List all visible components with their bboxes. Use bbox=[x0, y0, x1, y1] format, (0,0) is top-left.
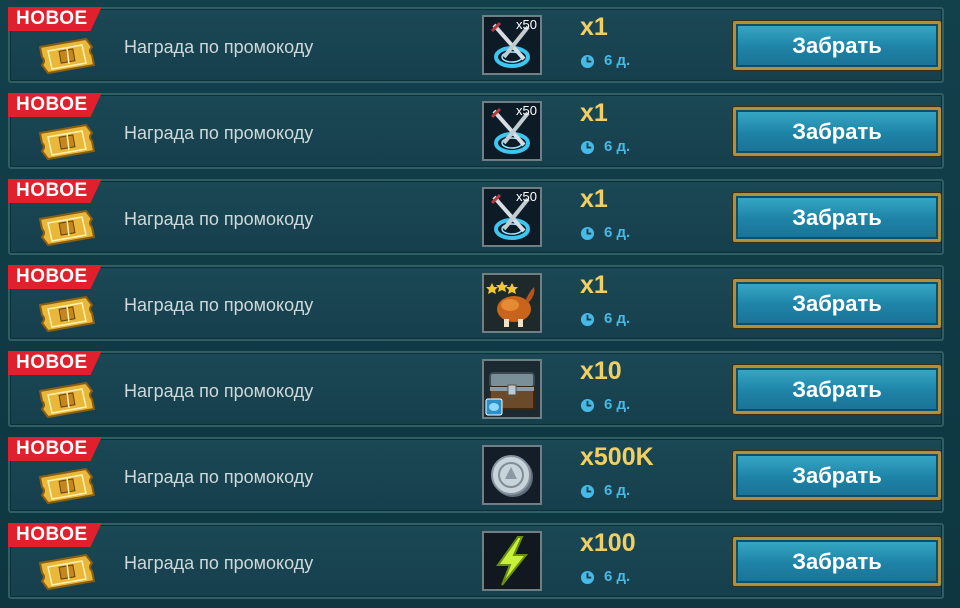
gold-ticket-icon bbox=[38, 295, 96, 333]
reward-quantity: x10 bbox=[580, 357, 622, 385]
icon-quantity: x50 bbox=[516, 17, 537, 32]
reward-row: НОВОЕ Награда по промокоду x1 6 д. Забра… bbox=[8, 265, 944, 341]
silver-coin-icon bbox=[484, 447, 540, 503]
claim-button[interactable]: Забрать bbox=[733, 193, 941, 242]
reward-label: Награда по промокоду bbox=[124, 209, 314, 229]
reward-label: Награда по промокоду bbox=[124, 553, 314, 573]
claim-button[interactable]: Забрать bbox=[733, 537, 941, 586]
reward-row: НОВОЕ Награда по промокоду x50 x1 6 д. З… bbox=[8, 93, 944, 169]
gold-ticket-icon bbox=[38, 467, 96, 505]
expiry-timer: 6 д. bbox=[580, 481, 630, 501]
reward-item-slot: x50 bbox=[482, 15, 542, 75]
treasure-chest-icon bbox=[484, 361, 540, 417]
reward-list: НОВОЕ Награда по промокоду x50 x1 6 д. З… bbox=[0, 0, 960, 608]
new-badge: НОВОЕ bbox=[8, 7, 102, 31]
new-badge: НОВОЕ bbox=[8, 437, 102, 461]
claim-button[interactable]: Забрать bbox=[733, 365, 941, 414]
new-badge: НОВОЕ bbox=[8, 523, 102, 547]
new-badge: НОВОЕ bbox=[8, 93, 102, 117]
reward-label: Награда по промокоду bbox=[124, 381, 314, 401]
timer-text: 6 д. bbox=[604, 224, 631, 241]
timer-text: 6 д. bbox=[604, 52, 631, 69]
claim-button[interactable]: Забрать bbox=[733, 21, 941, 70]
timer-text: 6 д. bbox=[604, 396, 631, 413]
reward-quantity: x100 bbox=[580, 529, 636, 557]
gold-ticket-icon bbox=[38, 553, 96, 591]
reward-row: НОВОЕ Награда по промокоду x500K 6 д. За… bbox=[8, 437, 944, 513]
reward-row: НОВОЕ Награда по промокоду x100 6 д. Заб… bbox=[8, 523, 944, 599]
clock-icon bbox=[580, 312, 595, 326]
reward-label: Награда по промокоду bbox=[124, 37, 314, 57]
gold-ticket-icon bbox=[38, 209, 96, 247]
reward-item-slot: x50 bbox=[482, 101, 542, 161]
gold-ticket-icon bbox=[38, 37, 96, 75]
reward-row: НОВОЕ Награда по промокоду x10 6 д. Забр… bbox=[8, 351, 944, 427]
expiry-timer: 6 д. bbox=[580, 395, 630, 415]
expiry-timer: 6 д. bbox=[580, 51, 630, 71]
reward-quantity: x1 bbox=[580, 185, 608, 213]
clock-icon bbox=[580, 140, 595, 154]
reward-item-slot bbox=[482, 359, 542, 419]
claim-button[interactable]: Забрать bbox=[733, 451, 941, 500]
timer-text: 6 д. bbox=[604, 310, 631, 327]
expiry-timer: 6 д. bbox=[580, 309, 630, 329]
reward-quantity: x1 bbox=[580, 271, 608, 299]
clock-icon bbox=[580, 398, 595, 412]
clock-icon bbox=[580, 54, 595, 68]
clock-icon bbox=[580, 226, 595, 240]
energy-bolt-icon bbox=[484, 533, 540, 589]
reward-label: Награда по промокоду bbox=[124, 467, 314, 487]
gold-ticket-icon bbox=[38, 123, 96, 161]
roast-chicken-icon bbox=[484, 275, 540, 331]
reward-quantity: x1 bbox=[580, 99, 608, 127]
new-badge: НОВОЕ bbox=[8, 265, 102, 289]
icon-quantity: x50 bbox=[516, 189, 537, 204]
new-badge: НОВОЕ bbox=[8, 351, 102, 375]
reward-label: Награда по промокоду bbox=[124, 295, 314, 315]
claim-button[interactable]: Забрать bbox=[733, 279, 941, 328]
reward-item-slot bbox=[482, 531, 542, 591]
gold-ticket-icon bbox=[38, 381, 96, 419]
reward-label: Награда по промокоду bbox=[124, 123, 314, 143]
reward-item-slot bbox=[482, 445, 542, 505]
expiry-timer: 6 д. bbox=[580, 137, 630, 157]
reward-quantity: x1 bbox=[580, 13, 608, 41]
claim-button[interactable]: Забрать bbox=[733, 107, 941, 156]
timer-text: 6 д. bbox=[604, 568, 631, 585]
clock-icon bbox=[580, 570, 595, 584]
reward-item-slot: x50 bbox=[482, 187, 542, 247]
expiry-timer: 6 д. bbox=[580, 223, 630, 243]
expiry-timer: 6 д. bbox=[580, 567, 630, 587]
timer-text: 6 д. bbox=[604, 482, 631, 499]
reward-row: НОВОЕ Награда по промокоду x50 x1 6 д. З… bbox=[8, 7, 944, 83]
new-badge: НОВОЕ bbox=[8, 179, 102, 203]
reward-quantity: x500K bbox=[580, 443, 654, 471]
reward-row: НОВОЕ Награда по промокоду x50 x1 6 д. З… bbox=[8, 179, 944, 255]
timer-text: 6 д. bbox=[604, 138, 631, 155]
icon-quantity: x50 bbox=[516, 103, 537, 118]
clock-icon bbox=[580, 484, 595, 498]
reward-item-slot bbox=[482, 273, 542, 333]
